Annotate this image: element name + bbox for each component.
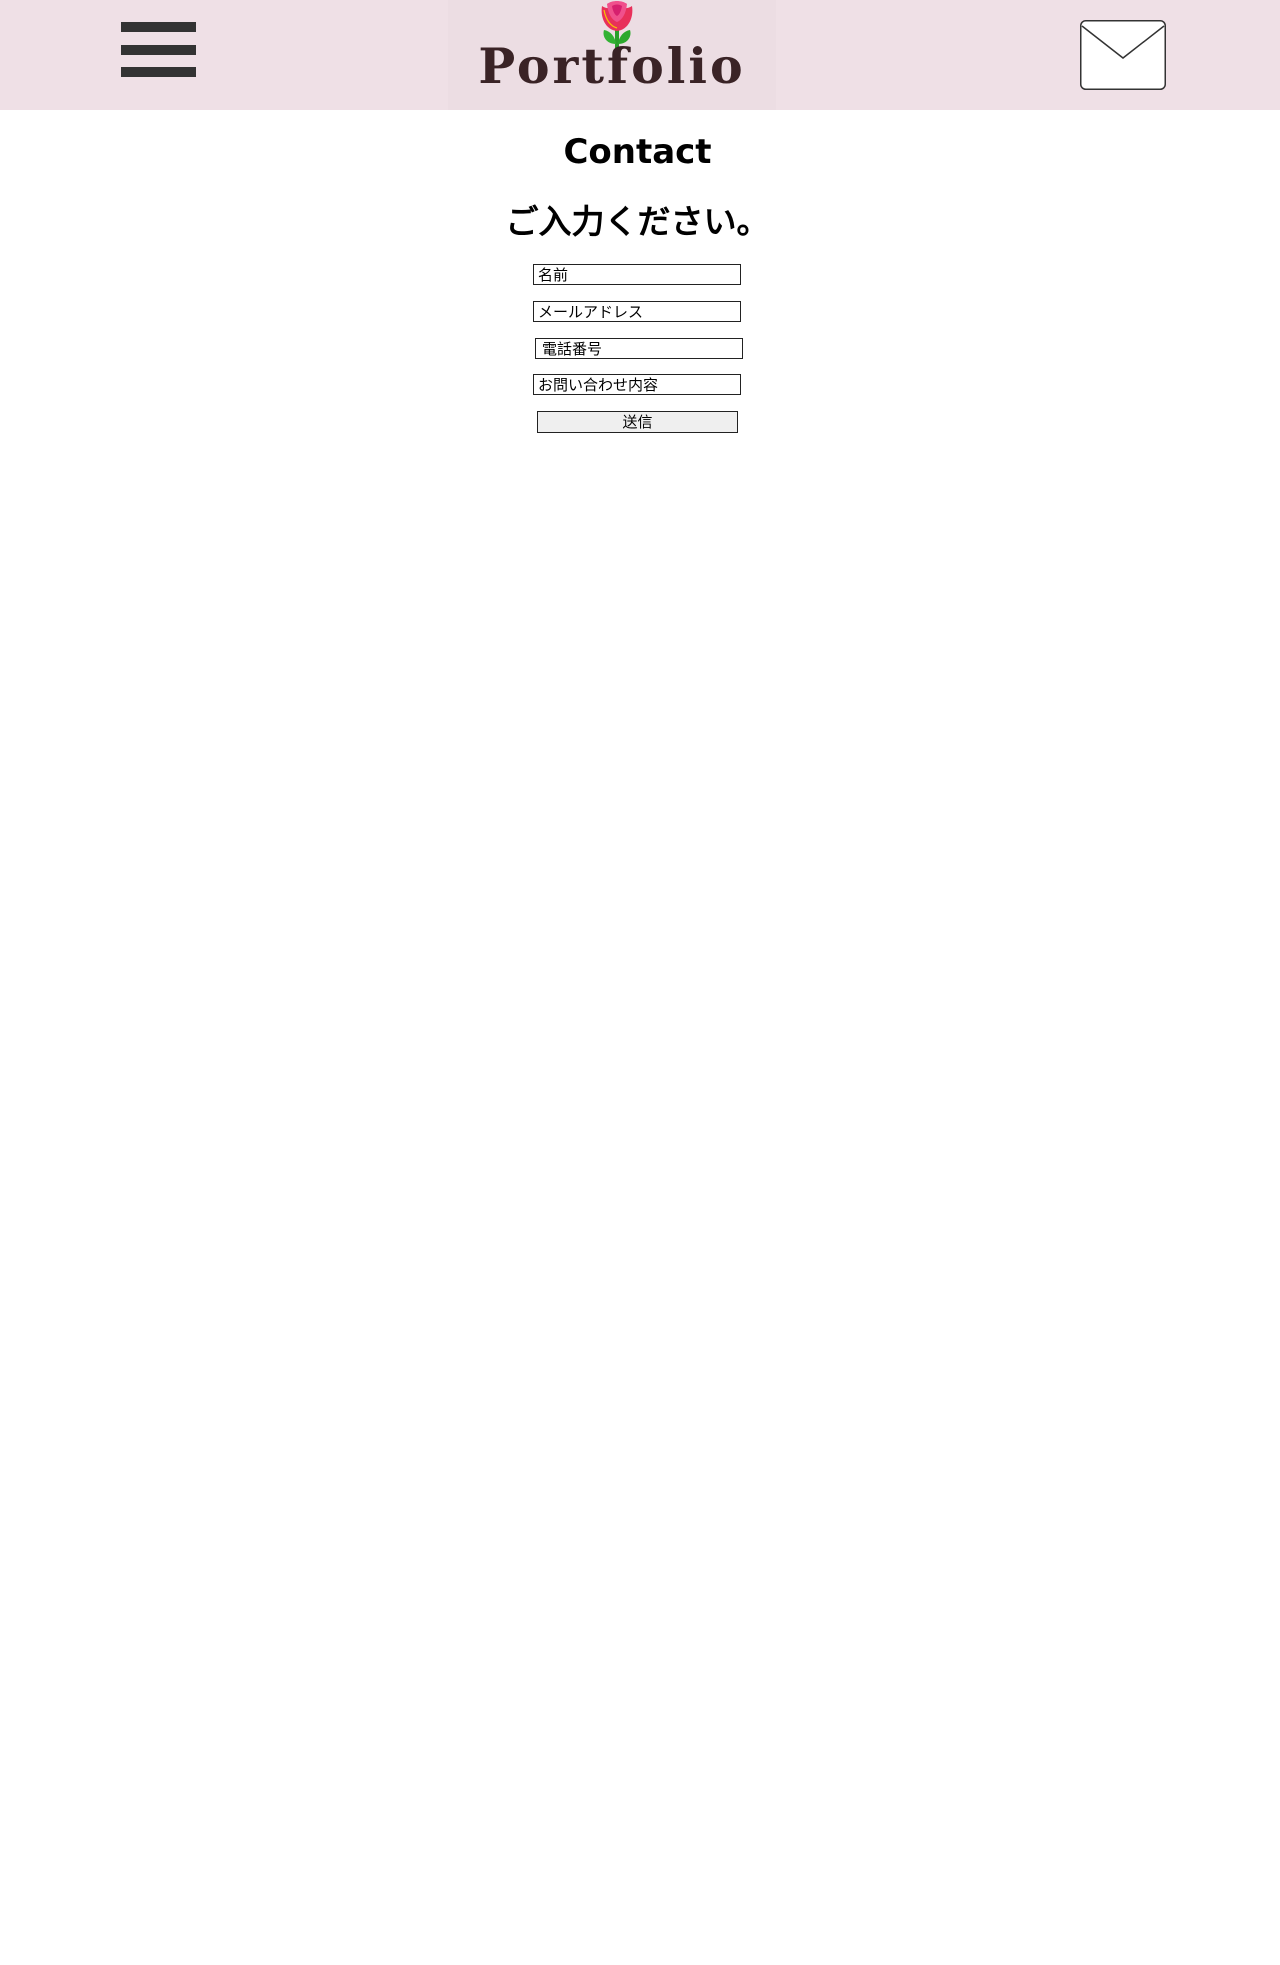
email-input[interactable] — [533, 301, 741, 322]
phone-input[interactable] — [535, 338, 743, 359]
site-header: Portfolio — [0, 0, 1280, 110]
envelope-icon[interactable] — [1080, 20, 1166, 90]
message-input[interactable] — [533, 374, 741, 395]
submit-button[interactable]: 送信 — [537, 411, 738, 433]
form-instruction: ご入力ください。 — [505, 202, 770, 241]
logo-text[interactable]: Portfolio — [448, 38, 776, 94]
page: Portfolio Contact ご入力ください。 送信 — [0, 0, 1280, 1965]
page-title: Contact — [563, 132, 712, 172]
hamburger-menu-icon[interactable] — [121, 22, 196, 78]
name-input[interactable] — [533, 264, 741, 285]
